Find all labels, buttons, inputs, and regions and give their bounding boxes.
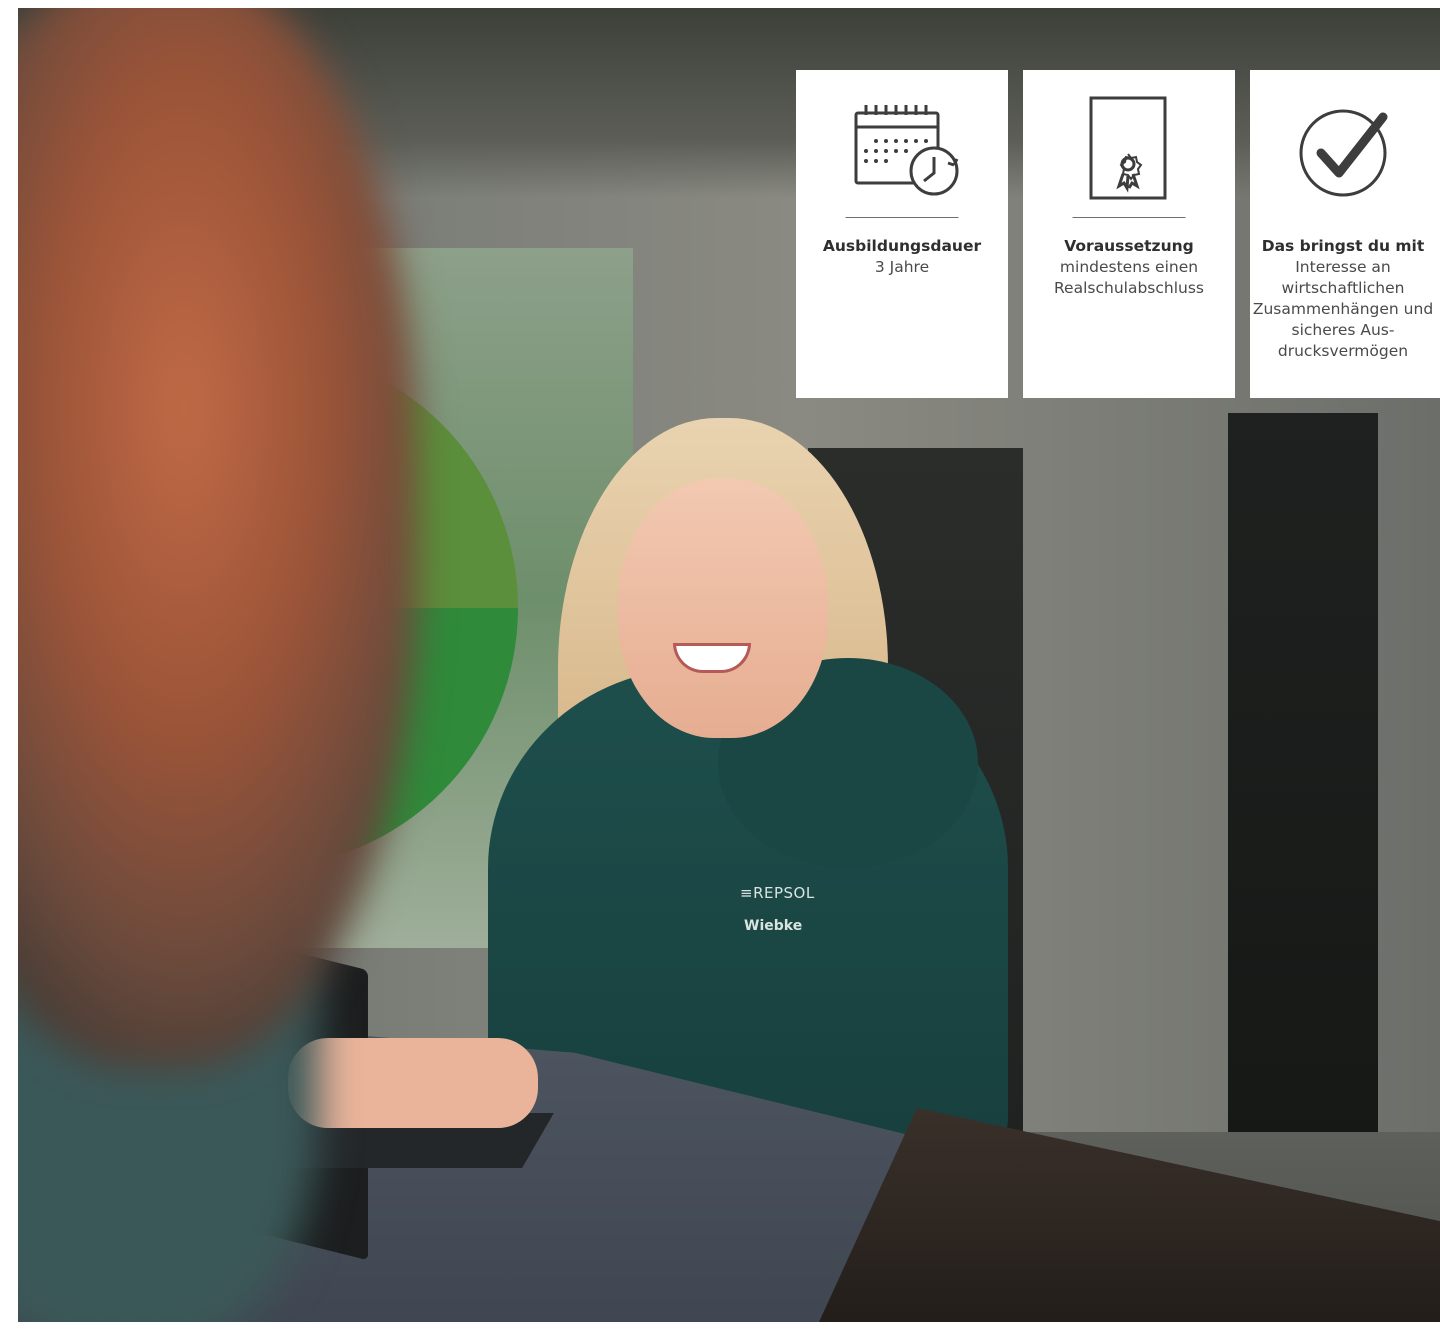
card-title: Voraussetzung (1064, 237, 1194, 255)
card-text: Ausbildungsdauer 3 Jahre (796, 236, 1008, 278)
calendar-clock-icon (842, 96, 962, 206)
card-body: Interesse an wirtschaftlichen Zusammenhä… (1252, 258, 1434, 360)
card-body: 3 Jahre (874, 258, 930, 276)
dark-doorway-right (1228, 413, 1378, 1173)
info-card-skills: Das bringst du mit Interesse an wirtscha… (1250, 70, 1440, 398)
card-text: Voraussetzung mindestens einen Realschul… (1023, 236, 1235, 299)
card-title: Ausbildungsdauer (822, 237, 982, 255)
divider (1072, 217, 1186, 218)
card-text: Das bringst du mit Interesse an wirtscha… (1250, 236, 1440, 362)
certificate-icon (1069, 96, 1189, 206)
hands (288, 1038, 538, 1128)
checkmark-circle-icon (1285, 96, 1405, 206)
info-card-duration: Ausbildungsdauer 3 Jahre (796, 70, 1008, 398)
info-card-requirement: Voraussetzung mindestens einen Realschul… (1023, 70, 1235, 398)
card-body: mindestens einen Realschulabschluss (1053, 258, 1204, 297)
hoodie-logo: ≡REPSOL (740, 884, 815, 902)
hoodie-name: Wiebke (744, 918, 803, 934)
woman-face (618, 478, 828, 738)
divider (845, 217, 959, 218)
card-title: Das bringst du mit (1261, 237, 1425, 255)
